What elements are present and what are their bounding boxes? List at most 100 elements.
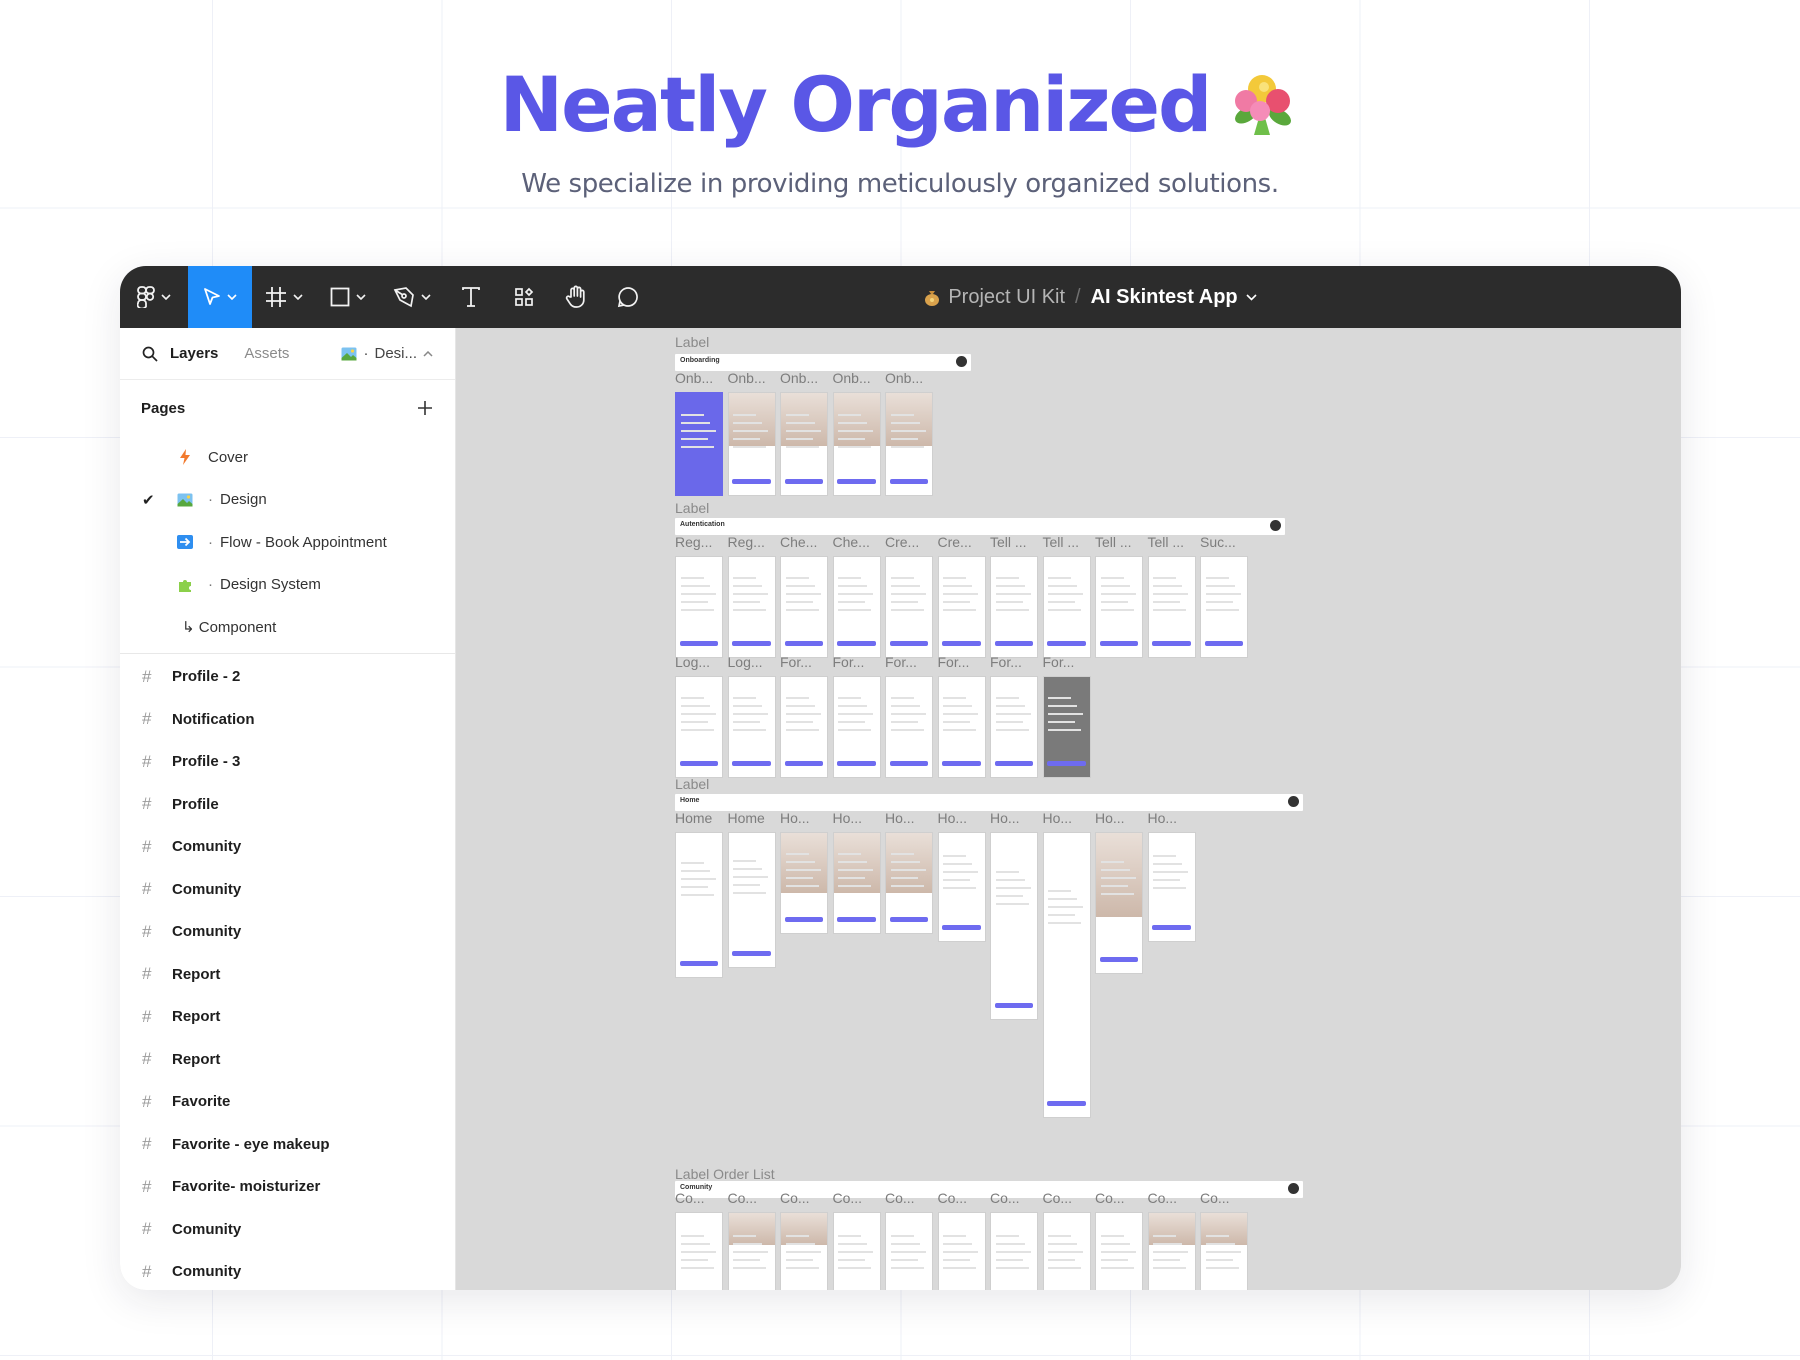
layer-label: Comunity [172, 880, 242, 898]
text-tool-button[interactable] [444, 266, 498, 328]
layer-item[interactable]: # Favorite - eye makeup [120, 1123, 455, 1166]
layer-item[interactable]: # Comunity [120, 911, 455, 954]
layer-item[interactable]: # Favorite- moisturizer [120, 1166, 455, 1209]
screen-thumbnail[interactable] [1042, 1212, 1091, 1290]
layer-item[interactable]: # Comunity [120, 1251, 455, 1291]
screen-thumbnail[interactable] [990, 676, 1038, 778]
screen-thumbnail[interactable] [675, 832, 723, 978]
page-item-cover[interactable]: Cover [120, 436, 455, 479]
screen-thumbnail[interactable] [1042, 556, 1091, 658]
text-line [995, 713, 1031, 716]
screen-thumbnail[interactable] [727, 556, 776, 658]
screen-thumbnail[interactable] [885, 832, 933, 934]
tab-assets[interactable]: Assets [244, 345, 289, 362]
screen-thumbnail[interactable] [1147, 1212, 1196, 1290]
page-item-component[interactable]: ↳ Component [120, 606, 455, 649]
screen-thumbnail[interactable] [780, 392, 828, 496]
screen-thumbnail[interactable] [832, 676, 881, 778]
main-menu-button[interactable] [120, 266, 188, 328]
screen-thumbnail[interactable] [832, 556, 881, 658]
layer-item[interactable]: # Comunity [120, 868, 455, 911]
frame-label: Ho... [1147, 810, 1178, 826]
screen-thumbnail[interactable] [1147, 556, 1196, 658]
page-item-flow-book-appointment[interactable]: · Flow - Book Appointment [120, 521, 455, 564]
screen-thumbnail[interactable] [990, 556, 1038, 658]
text-line [1153, 1258, 1181, 1261]
screen-thumbnail[interactable] [727, 676, 776, 778]
hand-tool-button[interactable] [550, 266, 602, 328]
comment-tool-button[interactable] [602, 266, 654, 328]
section-bar-title: Onboarding [680, 357, 720, 364]
screen-thumbnail[interactable] [885, 1212, 933, 1290]
layer-label: Comunity [172, 838, 242, 856]
screen-thumbnail[interactable] [727, 832, 776, 968]
screen-thumbnail[interactable] [675, 1212, 723, 1290]
text-line [995, 721, 1023, 724]
screen-thumbnail[interactable] [1200, 1212, 1248, 1290]
layer-item[interactable]: # Notification [120, 698, 455, 741]
screen-thumbnail[interactable] [937, 832, 986, 942]
text-line [1100, 861, 1124, 864]
layer-item[interactable]: # Comunity [120, 1208, 455, 1251]
layer-item[interactable]: # Report [120, 953, 455, 996]
page-item-design[interactable]: ✔ · Design [120, 479, 455, 522]
section-header-bar[interactable]: Home [675, 794, 1303, 811]
tab-layers[interactable]: Layers [170, 345, 218, 362]
page-item-design-system[interactable]: · Design System [120, 564, 455, 607]
screen-thumbnail[interactable] [1200, 556, 1248, 658]
screen-thumbnail[interactable] [885, 676, 933, 778]
screen-thumbnail[interactable] [1042, 676, 1091, 778]
plus-icon[interactable] [417, 400, 433, 416]
frame-label: Co... [1147, 1190, 1178, 1206]
design-canvas[interactable]: Label Onboarding Onb... Onb... Onb... Onb... O… [457, 328, 1681, 1290]
screen-thumbnail[interactable] [1042, 832, 1091, 1118]
screen-thumbnail[interactable] [727, 392, 776, 496]
text-line [838, 729, 872, 732]
screen-thumbnail[interactable] [1095, 1212, 1143, 1290]
screen-thumbnail[interactable] [1095, 556, 1143, 658]
screen-thumbnail[interactable] [832, 392, 881, 496]
shape-tool-button[interactable] [316, 266, 380, 328]
screen-thumbnail[interactable] [675, 392, 723, 496]
layer-item[interactable]: # Profile - 2 [120, 656, 455, 699]
frame-tool-button[interactable] [252, 266, 316, 328]
text-line [1100, 609, 1134, 612]
screen-thumbnail[interactable] [990, 832, 1038, 1020]
button-thumbnail [732, 761, 771, 766]
screen-thumbnail[interactable] [727, 1212, 776, 1290]
screen-thumbnail[interactable] [937, 556, 986, 658]
frame-label: Co... [937, 1190, 968, 1206]
pen-tool-button[interactable] [380, 266, 444, 328]
resources-button[interactable] [498, 266, 550, 328]
layer-item[interactable]: # Report [120, 1038, 455, 1081]
screen-thumbnail[interactable] [780, 1212, 828, 1290]
layer-item[interactable]: # Report [120, 996, 455, 1039]
file-name-button[interactable]: AI Skintest App [1091, 286, 1257, 309]
screen-thumbnail[interactable] [832, 832, 881, 934]
layer-item[interactable]: # Favorite [120, 1081, 455, 1124]
screen-thumbnail[interactable] [675, 556, 723, 658]
move-tool-button[interactable] [188, 266, 252, 328]
text-line [838, 593, 874, 596]
text-line [733, 593, 769, 596]
screen-thumbnail[interactable] [1147, 832, 1196, 942]
screen-thumbnail[interactable] [780, 832, 828, 934]
screen-thumbnail[interactable] [675, 676, 723, 778]
layer-item[interactable]: # Profile [120, 783, 455, 826]
section-header-bar[interactable]: Onboarding [675, 354, 971, 371]
screen-thumbnail[interactable] [885, 392, 933, 496]
screen-thumbnail[interactable] [780, 676, 828, 778]
layer-item[interactable]: # Comunity [120, 826, 455, 869]
screen-thumbnail[interactable] [990, 1212, 1038, 1290]
screen-thumbnail[interactable] [832, 1212, 881, 1290]
project-link[interactable]: Project UI Kit [924, 286, 1065, 309]
page-selector[interactable]: · Desi... [341, 345, 433, 362]
layer-item[interactable]: # Profile - 3 [120, 741, 455, 784]
screen-thumbnail[interactable] [937, 676, 986, 778]
screen-thumbnail[interactable] [885, 556, 933, 658]
section-header-bar[interactable]: Autentication [675, 518, 1285, 535]
screen-thumbnail[interactable] [1095, 832, 1143, 974]
screen-thumbnail[interactable] [937, 1212, 986, 1290]
screen-thumbnail[interactable] [780, 556, 828, 658]
search-icon[interactable] [142, 346, 158, 362]
